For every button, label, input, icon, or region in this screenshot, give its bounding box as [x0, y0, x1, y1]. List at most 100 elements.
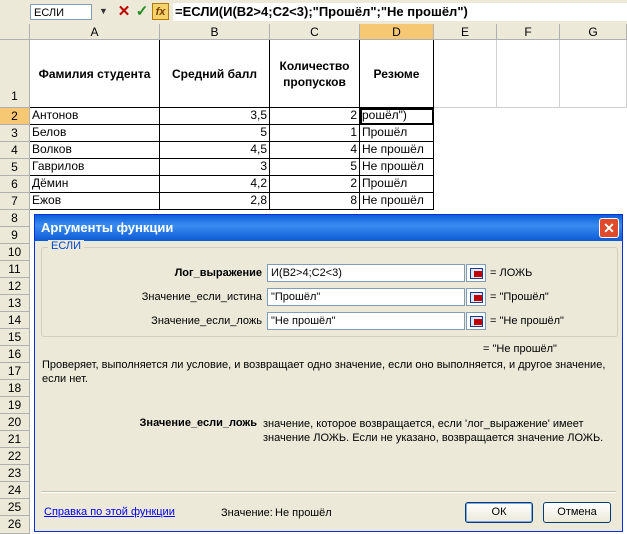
function-name: ЕСЛИ — [48, 240, 85, 252]
arrow-icon — [474, 271, 482, 277]
insert-function-icon[interactable]: fx — [152, 3, 169, 20]
arg-label-value-if-false: Значение_если_ложь — [151, 315, 262, 327]
row-header-23[interactable]: 23 — [0, 465, 30, 482]
collapse-dialog-icon[interactable] — [466, 264, 486, 282]
arrow-icon — [474, 319, 482, 325]
function-arguments-dialog: Аргументы функции ✕ ЕСЛИ Лог_выражение И… — [34, 214, 623, 532]
cell-absences[interactable]: 8 — [270, 193, 360, 210]
value-label: Значение: — [221, 507, 273, 519]
row-header-11[interactable]: 11 — [0, 261, 30, 278]
row-header-5[interactable]: 5 — [0, 159, 30, 176]
row-header-4[interactable]: 4 — [0, 142, 30, 159]
row-header-10[interactable]: 10 — [0, 244, 30, 261]
cell-student-name[interactable]: Антонов — [30, 108, 160, 125]
row-header-18[interactable]: 18 — [0, 380, 30, 397]
function-description: Проверяет, выполняется ли условие, и воз… — [42, 359, 606, 385]
row-header-15[interactable]: 15 — [0, 329, 30, 346]
column-header-g[interactable]: G — [560, 24, 627, 40]
value-if-false-result: = "Не прошёл" — [490, 315, 564, 327]
cell-student-name[interactable]: Волков — [30, 142, 160, 159]
row-header-2[interactable]: 2 — [0, 108, 30, 125]
row-header-25[interactable]: 25 — [0, 499, 30, 516]
header-cell-absences[interactable]: Количество пропусков — [270, 40, 360, 108]
row-header-20[interactable]: 20 — [0, 414, 30, 431]
cell-absences[interactable]: 2 — [270, 108, 360, 125]
formula-bar: ЕСЛИ ▼ ✕ ✓ fx =ЕСЛИ(И(B2>4;C2<3);"Прошёл… — [0, 0, 627, 25]
column-header-e[interactable]: E — [434, 24, 497, 40]
cell-student-name[interactable]: Белов — [30, 125, 160, 142]
cell-summary[interactable]: Не прошёл — [360, 193, 434, 210]
row-header-3[interactable]: 3 — [0, 125, 30, 142]
row-header-8[interactable]: 8 — [0, 210, 30, 227]
value-result: Не прошёл — [275, 507, 332, 519]
logical-test-result: = ЛОЖЬ — [490, 267, 533, 279]
value-if-true-result: = "Прошёл" — [490, 291, 549, 303]
cell-summary[interactable]: Прошёл — [360, 176, 434, 193]
row-header-6[interactable]: 6 — [0, 176, 30, 193]
column-header-b[interactable]: B — [160, 24, 270, 40]
dialog-title-bar[interactable]: Аргументы функции ✕ — [35, 215, 622, 241]
row-header-13[interactable]: 13 — [0, 295, 30, 312]
cell-absences[interactable]: 1 — [270, 125, 360, 142]
column-header-f[interactable]: F — [497, 24, 560, 40]
row-header-9[interactable]: 9 — [0, 227, 30, 244]
value-if-false-input[interactable]: "Не прошёл" — [267, 312, 465, 330]
cell-average[interactable]: 3 — [160, 159, 270, 176]
ok-button[interactable]: ОК — [465, 502, 533, 523]
cell-summary-active[interactable]: рошёл") — [360, 108, 434, 125]
name-box[interactable]: ЕСЛИ — [30, 4, 92, 20]
value-if-true-input[interactable]: "Прошёл" — [267, 288, 465, 306]
row-header-16[interactable]: 16 — [0, 346, 30, 363]
cell[interactable] — [560, 40, 627, 108]
row-header-22[interactable]: 22 — [0, 448, 30, 465]
header-cell-student[interactable]: Фамилия студента — [30, 40, 160, 108]
cell-student-name[interactable]: Гаврилов — [30, 159, 160, 176]
column-header-d[interactable]: D — [360, 24, 434, 40]
cell-summary[interactable]: Не прошёл — [360, 142, 434, 159]
name-box-dropdown-icon[interactable]: ▼ — [99, 6, 108, 16]
row-header-19[interactable]: 19 — [0, 397, 30, 414]
close-icon[interactable]: ✕ — [599, 218, 619, 238]
row-header-7[interactable]: 7 — [0, 193, 30, 210]
cell[interactable] — [434, 40, 497, 108]
header-cell-summary[interactable]: Резюме — [360, 40, 434, 108]
cell-absences[interactable]: 4 — [270, 142, 360, 159]
collapse-dialog-icon[interactable] — [466, 288, 486, 306]
select-all-corner[interactable] — [0, 24, 30, 40]
function-help-link[interactable]: Справка по этой функции — [44, 506, 175, 518]
divider — [41, 491, 616, 493]
arrow-icon — [474, 295, 482, 301]
cell-summary[interactable]: Прошёл — [360, 125, 434, 142]
cell-absences[interactable]: 5 — [270, 159, 360, 176]
cell-summary[interactable]: Не прошёл — [360, 159, 434, 176]
row-header-14[interactable]: 14 — [0, 312, 30, 329]
row-header-24[interactable]: 24 — [0, 482, 30, 499]
column-header-a[interactable]: A — [30, 24, 160, 40]
formula-input[interactable]: =ЕСЛИ(И(B2>4;C2<3);"Прошёл";"Не прошёл") — [173, 3, 627, 21]
row-header-1[interactable]: 1 — [0, 40, 30, 108]
argument-help-text: значение, которое возвращается, если 'ло… — [263, 418, 604, 444]
cell-student-name[interactable]: Дёмин — [30, 176, 160, 193]
cell-average[interactable]: 2,8 — [160, 193, 270, 210]
column-header-c[interactable]: C — [270, 24, 360, 40]
cell-average[interactable]: 5 — [160, 125, 270, 142]
header-cell-average[interactable]: Средний балл — [160, 40, 270, 108]
row-header-12[interactable]: 12 — [0, 278, 30, 295]
formula-result: = "Не прошёл" — [483, 343, 557, 355]
cancel-formula-icon[interactable]: ✕ — [116, 4, 132, 20]
row-header-17[interactable]: 17 — [0, 363, 30, 380]
row-header-21[interactable]: 21 — [0, 431, 30, 448]
cell-average[interactable]: 3,5 — [160, 108, 270, 125]
cell-absences[interactable]: 2 — [270, 176, 360, 193]
cell-average[interactable]: 4,2 — [160, 176, 270, 193]
logical-test-input[interactable]: И(B2>4;C2<3) — [267, 264, 465, 282]
cell-student-name[interactable]: Ежов — [30, 193, 160, 210]
argument-help-name: Значение_если_ложь — [139, 417, 257, 429]
cancel-button[interactable]: Отмена — [543, 502, 611, 523]
collapse-dialog-icon[interactable] — [466, 312, 486, 330]
enter-formula-icon[interactable]: ✓ — [134, 4, 150, 20]
cell[interactable] — [497, 40, 560, 108]
cell-average[interactable]: 4,5 — [160, 142, 270, 159]
row-header-26[interactable]: 26 — [0, 516, 30, 534]
arg-label-logical-test: Лог_выражение — [174, 267, 262, 279]
